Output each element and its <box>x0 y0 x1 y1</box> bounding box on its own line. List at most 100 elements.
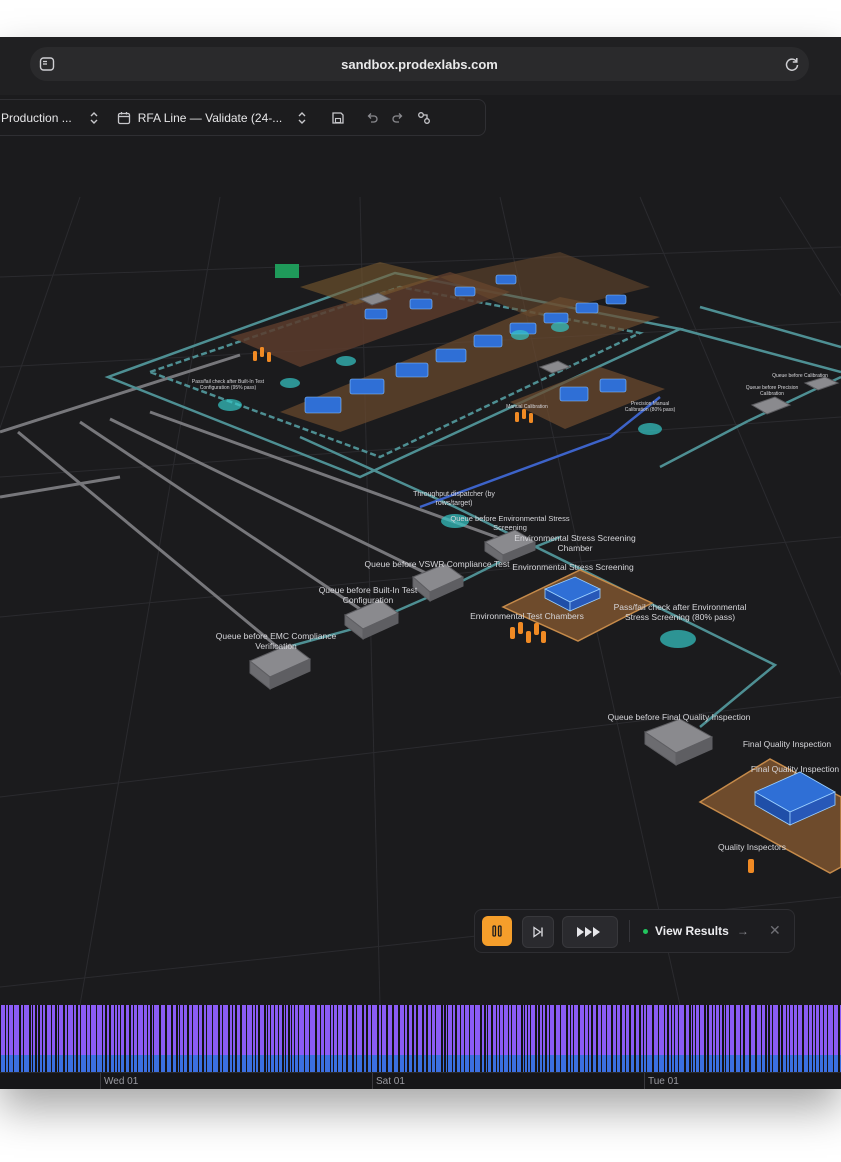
timeline-gap <box>827 1005 828 1072</box>
redo-icon[interactable] <box>386 106 410 130</box>
timeline-gap <box>664 1005 665 1072</box>
label-dispatcher: Throughput dispatcher (by <box>413 491 495 498</box>
timeline-gap <box>781 1005 783 1072</box>
label-queue-calibration: Queue before Calibration <box>772 373 828 379</box>
timeline-gap <box>150 1005 152 1072</box>
sidebar-toggle-icon[interactable] <box>39 56 55 75</box>
project-selector[interactable]: Production ... <box>1 106 106 130</box>
timeline-gap <box>570 1005 571 1072</box>
fast-forward-button[interactable] <box>562 916 618 948</box>
timeline-gap <box>35 1005 37 1072</box>
timeline-gap <box>274 1005 275 1072</box>
timeline-gap <box>455 1005 457 1072</box>
timeline-gap <box>183 1005 184 1072</box>
chevron-updown-icon <box>290 106 314 130</box>
timeline-series-2 <box>0 1055 841 1072</box>
timeline-gap <box>447 1005 448 1072</box>
view-results-button[interactable]: View Results → <box>643 910 749 952</box>
timeline-gap <box>722 1005 724 1072</box>
timeline-gap <box>838 1005 840 1072</box>
address-bar[interactable]: sandbox.prodexlabs.com <box>30 47 809 81</box>
label-manual-calibration: Manual Calibration <box>506 404 548 410</box>
timeline-gap <box>707 1005 709 1072</box>
timeline-gap <box>55 1005 57 1072</box>
reload-icon[interactable] <box>783 55 801 76</box>
timeline-gap <box>516 1005 517 1072</box>
pause-button[interactable] <box>482 916 512 946</box>
timeline-label-sat: Sat 01 <box>376 1076 405 1087</box>
scenario-selector[interactable]: RFA Line — Validate (24-... <box>112 106 315 130</box>
timeline-gap <box>298 1005 299 1072</box>
timeline-gap <box>712 1005 713 1072</box>
timeline[interactable]: Wed 01 Sat 01 Tue 01 <box>0 1005 841 1089</box>
timeline-gap <box>377 1005 379 1072</box>
simulation-canvas[interactable]: Queue before EMC Compliance Verification… <box>0 95 841 1006</box>
timeline-gap <box>324 1005 325 1072</box>
timeline-gap <box>337 1005 338 1072</box>
label-queue-ess: Queue before Environmental Stress <box>450 514 569 523</box>
label-queue-fqi: Queue before Final Quality Inspection <box>608 712 751 722</box>
label-queue-bit: Queue before Built-In Test <box>319 585 418 595</box>
timeline-gap <box>386 1005 388 1072</box>
label-queue-emc-2: Verification <box>255 641 297 651</box>
timeline-gap <box>591 1005 593 1072</box>
timeline-gap <box>356 1005 357 1072</box>
timeline-gap <box>601 1005 602 1072</box>
timeline-gap <box>407 1005 409 1072</box>
timeline-gap <box>294 1005 295 1072</box>
timeline-gap <box>524 1005 525 1072</box>
timeline-gap <box>228 1005 230 1072</box>
timeline-gap <box>542 1005 543 1072</box>
timeline-gap <box>441 1005 443 1072</box>
timeline-gap <box>460 1005 461 1072</box>
close-icon[interactable]: ✕ <box>769 922 781 939</box>
timeline-gap <box>616 1005 617 1072</box>
timeline-gap <box>45 1005 47 1072</box>
timeline-gap <box>291 1005 292 1072</box>
timeline-gap <box>692 1005 693 1072</box>
pause-icon <box>492 925 502 937</box>
browser-top-bar: sandbox.prodexlabs.com <box>0 37 841 96</box>
timeline-gap <box>566 1005 568 1072</box>
timeline-gap <box>58 1005 59 1072</box>
label-queue-ess-2: Screening <box>493 523 527 532</box>
undo-icon[interactable] <box>360 106 384 130</box>
timeline-gap <box>137 1005 138 1072</box>
timeline-gap <box>202 1005 204 1072</box>
timeline-gap <box>333 1005 334 1072</box>
label-precision-manual-2: Calibration (80% pass) <box>625 407 676 413</box>
timeline-gap <box>5 1005 6 1072</box>
timeline-gap <box>786 1005 787 1072</box>
timeline-gap <box>639 1005 641 1072</box>
timeline-gap <box>258 1005 260 1072</box>
timeline-gap <box>833 1005 834 1072</box>
scenario-label: RFA Line — Validate (24-... <box>137 110 283 125</box>
timeline-gap <box>23 1005 24 1072</box>
save-icon[interactable] <box>326 106 350 130</box>
chevron-updown-icon <box>82 106 106 130</box>
timeline-gap <box>198 1005 199 1072</box>
browser-window: sandbox.prodexlabs.com Queue before EMC … <box>0 37 841 1089</box>
timeline-gap <box>588 1005 589 1072</box>
timeline-gap <box>80 1005 81 1072</box>
timeline-gap <box>549 1005 550 1072</box>
timeline-gap <box>545 1005 547 1072</box>
timeline-gap <box>255 1005 256 1072</box>
link-icon[interactable] <box>412 106 436 130</box>
timeline-gap <box>404 1005 405 1072</box>
view-results-label: View Results <box>655 924 729 938</box>
timeline-gap <box>521 1005 523 1072</box>
timeline-gap <box>143 1005 144 1072</box>
timeline-gap <box>578 1005 580 1072</box>
step-forward-button[interactable] <box>522 916 554 948</box>
timeline-gap <box>503 1005 504 1072</box>
timeline-gap <box>768 1005 770 1072</box>
timeline-gap <box>13 1005 14 1072</box>
timeline-gap <box>264 1005 266 1072</box>
timeline-gap <box>309 1005 310 1072</box>
label-queue-bit-2: Configuration <box>343 595 394 605</box>
timeline-gap <box>29 1005 31 1072</box>
timeline-gap <box>755 1005 757 1072</box>
label-quality-inspectors: Quality Inspectors <box>718 842 786 852</box>
timeline-gap <box>496 1005 497 1072</box>
